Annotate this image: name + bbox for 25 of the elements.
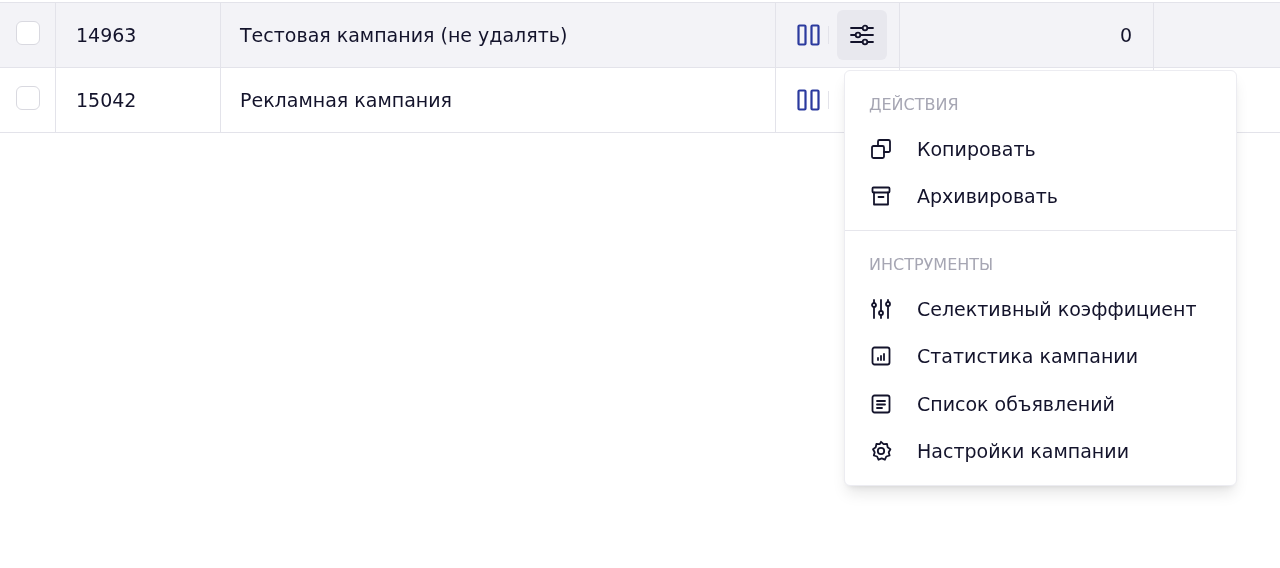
menu-item[interactable]: Список объявлений (845, 380, 1236, 428)
archive-box-icon (870, 185, 892, 208)
pause-icon[interactable] (797, 89, 820, 111)
menu-item[interactable]: Архивировать (845, 172, 1236, 220)
table-cell-text: 15042 (76, 87, 137, 113)
sliders-icon (850, 24, 874, 46)
section-heading: ИНСТРУМЕНТЫ (869, 255, 994, 274)
menu-item[interactable]: Селективный коэффициент (845, 285, 1236, 333)
menu-item[interactable]: Статистика кампании (845, 332, 1236, 380)
table-cell-text: 14963 (76, 22, 137, 48)
menu-item[interactable]: Копировать (845, 125, 1236, 173)
section-heading: ДЕЙСТВИЯ (869, 95, 959, 114)
chart-icon (870, 345, 892, 368)
checkbox[interactable] (15, 86, 40, 110)
document-icon (870, 392, 892, 415)
sliders-icon (870, 297, 892, 320)
table-cell-text: 0 (1119, 22, 1132, 48)
pause-icon[interactable] (797, 24, 820, 46)
table-cell-text: Тестовая кампания (не удалять) (240, 22, 568, 48)
copy-icon (870, 137, 892, 160)
checkbox[interactable] (15, 21, 40, 45)
menu-item[interactable]: Настройки кампании (845, 427, 1236, 475)
table-cell-text: Рекламная кампания (240, 87, 452, 113)
settings-icon (870, 440, 892, 463)
settings-button[interactable] (837, 10, 887, 60)
